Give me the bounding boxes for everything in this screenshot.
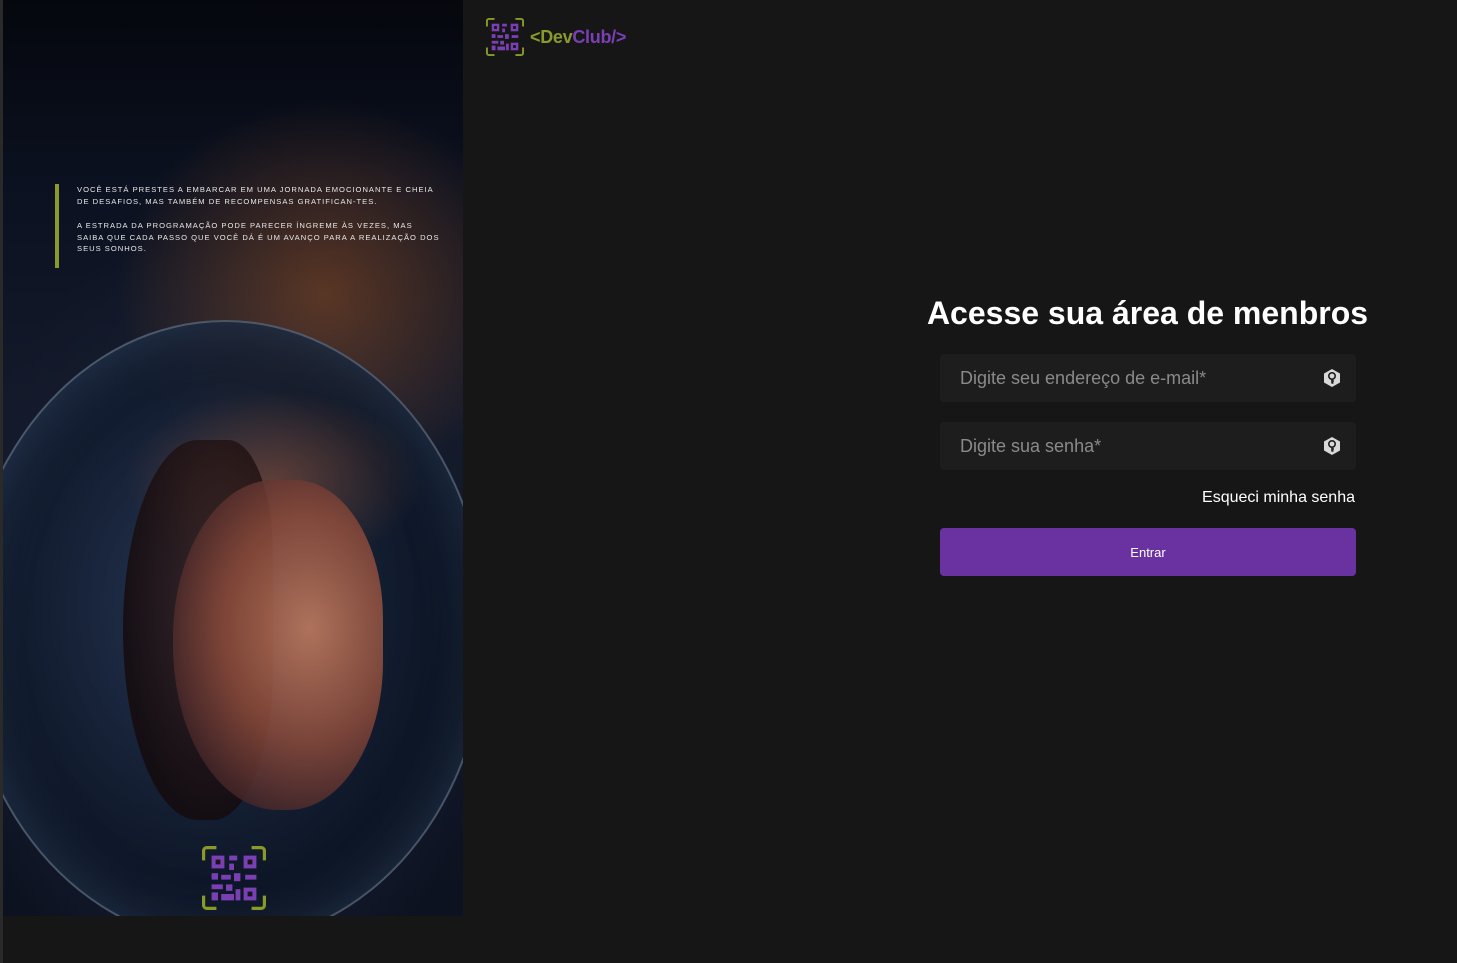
login-button[interactable]: Entrar (940, 528, 1356, 576)
logo-open-bracket: < (530, 26, 541, 47)
hero-quote-paragraph-1: Você está prestes a embarcar em uma jorn… (77, 185, 434, 206)
devclub-qr-logo-icon (486, 18, 524, 56)
password-input[interactable] (940, 422, 1356, 470)
astronaut-face (173, 480, 383, 810)
page-title: Acesse sua área de menbros (926, 295, 1369, 331)
devclub-qr-logo-icon (202, 846, 266, 910)
logo-club: Club/> (572, 26, 627, 47)
key-shield-icon (1324, 369, 1340, 387)
logo-wordmark: <DevClub/> (530, 27, 626, 48)
email-field-container (940, 354, 1356, 402)
hero-quote-paragraph-2: A estrada da programação pode parecer ín… (77, 221, 440, 253)
logo-dev: Dev (540, 26, 573, 47)
hero-image: Você está prestes a embarcar em uma jorn… (3, 0, 463, 916)
email-input[interactable] (940, 354, 1356, 402)
hero-quote: Você está prestes a embarcar em uma jorn… (55, 184, 442, 268)
password-field-container (940, 422, 1356, 470)
forgot-password-link[interactable]: Esqueci minha senha (1202, 489, 1355, 507)
key-shield-icon (1324, 437, 1340, 455)
devclub-logo[interactable]: <DevClub/> (486, 18, 626, 56)
